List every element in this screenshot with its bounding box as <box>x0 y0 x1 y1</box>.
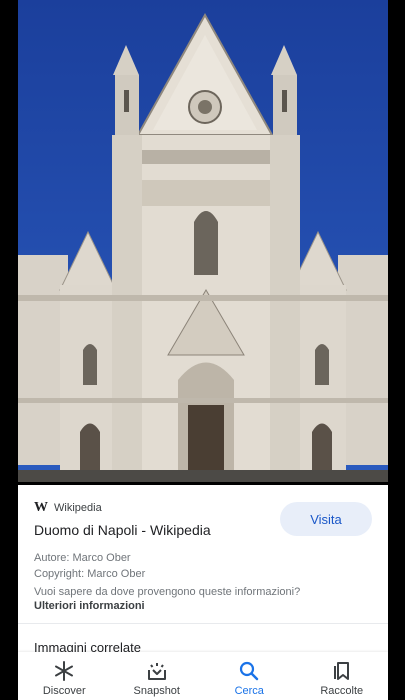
right-edge <box>388 0 405 700</box>
copyright-text: Copyright: Marco Ober <box>34 568 146 580</box>
divider <box>18 623 388 624</box>
result-title[interactable]: Duomo di Napoli - Wikipedia <box>34 522 211 538</box>
author-text: Autore: Marco Ober <box>34 552 131 564</box>
visit-button[interactable]: Visita <box>280 502 372 536</box>
nav-label: Discover <box>42 685 86 697</box>
nav-label: Cerca <box>234 685 264 697</box>
cathedral-photo[interactable] <box>18 0 388 482</box>
more-info-link[interactable]: Ulteriori informazioni <box>34 600 145 612</box>
nav-snapshot[interactable]: Snapshot <box>111 652 204 700</box>
nav-label: Snapshot <box>133 685 180 697</box>
collections-icon <box>333 662 349 680</box>
nav-collections[interactable]: Raccolte <box>296 652 389 700</box>
nav-search[interactable]: Cerca <box>203 652 296 700</box>
search-icon <box>240 661 259 681</box>
source-name: Wikipedia <box>54 502 102 514</box>
bottom-nav: Discover Snapshot Cerca Raccolte <box>18 652 388 700</box>
left-edge <box>0 0 18 700</box>
nav-label: Raccolte <box>320 685 364 697</box>
nav-discover[interactable]: Discover <box>18 652 111 700</box>
info-question: Vuoi sapere da dove provengono queste in… <box>34 586 301 598</box>
asterisk-icon <box>55 661 74 681</box>
source-row[interactable]: W Wikipedia <box>34 500 102 516</box>
snapshot-icon <box>147 663 166 680</box>
wikipedia-logo-icon: W <box>34 500 48 515</box>
